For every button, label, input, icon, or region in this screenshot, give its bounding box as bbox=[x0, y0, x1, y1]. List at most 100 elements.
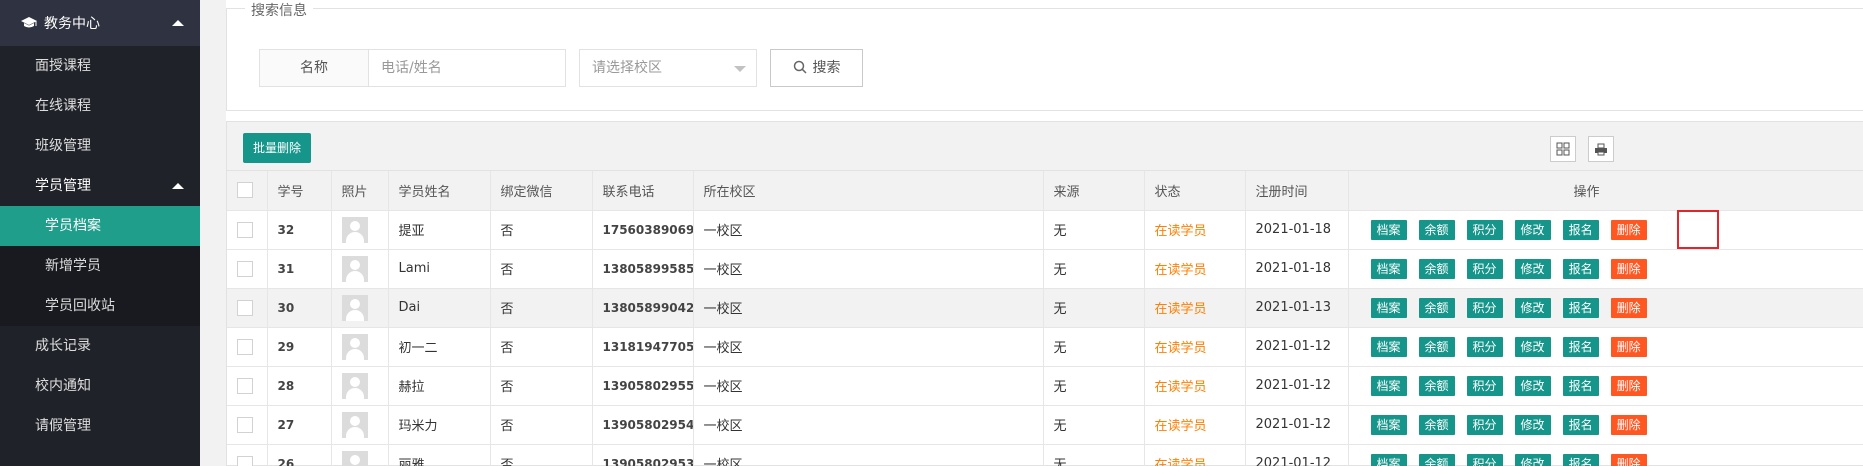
profile-button[interactable]: 档案 bbox=[1370, 219, 1407, 240]
row-select-cell[interactable] bbox=[227, 210, 268, 250]
wechat-bound: 否 bbox=[490, 327, 593, 367]
search-button[interactable]: 搜索 bbox=[770, 49, 863, 87]
delete-button[interactable]: 删除 bbox=[1610, 453, 1647, 466]
sidebar-item-face-course[interactable]: 面授课程 bbox=[0, 46, 200, 86]
balance-button[interactable]: 余额 bbox=[1418, 375, 1455, 396]
points-button[interactable]: 积分 bbox=[1466, 297, 1503, 318]
source: 无 bbox=[1043, 249, 1145, 289]
sidebar-subitem-student-profile[interactable]: 学员档案 bbox=[0, 206, 200, 246]
delete-button[interactable]: 删除 bbox=[1610, 375, 1647, 396]
profile-button[interactable]: 档案 bbox=[1370, 258, 1407, 279]
edit-button[interactable]: 修改 bbox=[1514, 336, 1551, 357]
status: 在读学员 bbox=[1144, 210, 1246, 250]
student-name: 丽雅 bbox=[388, 444, 491, 466]
enroll-button[interactable]: 报名 bbox=[1562, 297, 1599, 318]
sidebar-item-online-course[interactable]: 在线课程 bbox=[0, 86, 200, 126]
enroll-button[interactable]: 报名 bbox=[1562, 258, 1599, 279]
edit-button[interactable]: 修改 bbox=[1514, 219, 1551, 240]
points-button[interactable]: 积分 bbox=[1466, 336, 1503, 357]
points-button[interactable]: 积分 bbox=[1466, 414, 1503, 435]
enroll-button[interactable]: 报名 bbox=[1562, 336, 1599, 357]
wechat-bound: 否 bbox=[490, 210, 593, 250]
row-checkbox[interactable] bbox=[237, 299, 253, 316]
register-date: 2021-01-12 bbox=[1245, 366, 1349, 406]
sidebar-item-growth-record[interactable]: 成长记录 bbox=[0, 326, 200, 366]
select-all-cell[interactable] bbox=[227, 171, 268, 211]
sidebar-subitem-add-student[interactable]: 新增学员 bbox=[0, 246, 200, 286]
enroll-button[interactable]: 报名 bbox=[1562, 219, 1599, 240]
enroll-button[interactable]: 报名 bbox=[1562, 375, 1599, 396]
points-button[interactable]: 积分 bbox=[1466, 375, 1503, 396]
row-select-cell[interactable] bbox=[227, 249, 268, 289]
row-checkbox[interactable] bbox=[237, 455, 253, 466]
sidebar-header-jiaowu[interactable]: 教务中心 bbox=[0, 0, 200, 46]
register-date: 2021-01-12 bbox=[1245, 405, 1349, 445]
delete-button[interactable]: 删除 bbox=[1610, 336, 1647, 357]
column-filter-button[interactable] bbox=[1550, 136, 1576, 162]
enroll-button[interactable]: 报名 bbox=[1562, 453, 1599, 466]
phone: 13805899585 bbox=[592, 249, 694, 289]
profile-button[interactable]: 档案 bbox=[1370, 414, 1407, 435]
profile-button[interactable]: 档案 bbox=[1370, 297, 1407, 318]
edit-button[interactable]: 修改 bbox=[1514, 453, 1551, 466]
balance-button[interactable]: 余额 bbox=[1418, 219, 1455, 240]
delete-button[interactable]: 删除 bbox=[1610, 219, 1647, 240]
edit-button[interactable]: 修改 bbox=[1514, 297, 1551, 318]
balance-button[interactable]: 余额 bbox=[1418, 414, 1455, 435]
wechat-bound: 否 bbox=[490, 366, 593, 406]
enroll-button[interactable]: 报名 bbox=[1562, 414, 1599, 435]
row-select-cell[interactable] bbox=[227, 288, 268, 328]
sidebar-item-school-notice[interactable]: 校内通知 bbox=[0, 366, 200, 406]
profile-button[interactable]: 档案 bbox=[1370, 375, 1407, 396]
edit-button[interactable]: 修改 bbox=[1514, 375, 1551, 396]
table-header-row: 学号 照片 学员姓名 绑定微信 联系电话 所在校区 来源 状态 注册时间 操作 bbox=[227, 171, 1863, 211]
student-name: Lami bbox=[388, 249, 491, 289]
edit-button[interactable]: 修改 bbox=[1514, 258, 1551, 279]
phone: 13905802954 bbox=[592, 405, 694, 445]
points-button[interactable]: 积分 bbox=[1466, 219, 1503, 240]
profile-button[interactable]: 档案 bbox=[1370, 336, 1407, 357]
points-button[interactable]: 积分 bbox=[1466, 258, 1503, 279]
row-select-cell[interactable] bbox=[227, 366, 268, 406]
phone: 13805899042 bbox=[592, 288, 694, 328]
name-label: 名称 bbox=[259, 49, 369, 87]
row-checkbox[interactable] bbox=[237, 338, 253, 355]
sidebar-subitem-student-recycle[interactable]: 学员回收站 bbox=[0, 286, 200, 326]
row-select-cell[interactable] bbox=[227, 444, 268, 466]
balance-button[interactable]: 余额 bbox=[1418, 297, 1455, 318]
delete-button[interactable]: 删除 bbox=[1610, 258, 1647, 279]
batch-delete-button[interactable]: 批量删除 bbox=[243, 133, 311, 163]
print-button[interactable] bbox=[1588, 136, 1614, 162]
actions-cell: 档案 余额 积分 修改 报名 删除 bbox=[1348, 327, 1863, 367]
select-all-checkbox[interactable] bbox=[237, 182, 253, 199]
row-select-cell[interactable] bbox=[227, 327, 268, 367]
row-checkbox[interactable] bbox=[237, 260, 253, 277]
sidebar-item-class-manage[interactable]: 班级管理 bbox=[0, 126, 200, 166]
delete-button[interactable]: 删除 bbox=[1610, 297, 1647, 318]
phone: 17560389069 bbox=[592, 210, 694, 250]
wechat-bound: 否 bbox=[490, 249, 593, 289]
source: 无 bbox=[1043, 327, 1145, 367]
row-checkbox[interactable] bbox=[237, 221, 253, 238]
column-header: 照片 bbox=[331, 171, 389, 211]
sidebar-item-student-manage[interactable]: 学员管理 bbox=[0, 166, 200, 206]
sidebar-item-leave-manage[interactable]: 请假管理 bbox=[0, 406, 200, 446]
status: 在读学员 bbox=[1144, 444, 1246, 466]
balance-button[interactable]: 余额 bbox=[1418, 336, 1455, 357]
actions-cell: 档案 余额 积分 修改 报名 删除 bbox=[1348, 210, 1863, 250]
sidebar: 教务中心 面授课程 在线课程 班级管理 学员管理 学员档案 新增学员 学员回收站… bbox=[0, 0, 200, 466]
delete-button[interactable]: 删除 bbox=[1610, 414, 1647, 435]
campus-select[interactable]: 请选择校区 bbox=[579, 49, 757, 87]
points-button[interactable]: 积分 bbox=[1466, 453, 1503, 466]
row-checkbox[interactable] bbox=[237, 416, 253, 433]
row-checkbox[interactable] bbox=[237, 377, 253, 394]
balance-button[interactable]: 余额 bbox=[1418, 453, 1455, 466]
row-select-cell[interactable] bbox=[227, 405, 268, 445]
search-input[interactable]: 电话/姓名 bbox=[368, 49, 566, 87]
sidebar-header-label: 教务中心 bbox=[44, 16, 100, 32]
column-header: 学员姓名 bbox=[388, 171, 491, 211]
register-date: 2021-01-18 bbox=[1245, 249, 1349, 289]
balance-button[interactable]: 余额 bbox=[1418, 258, 1455, 279]
profile-button[interactable]: 档案 bbox=[1370, 453, 1407, 466]
edit-button[interactable]: 修改 bbox=[1514, 414, 1551, 435]
